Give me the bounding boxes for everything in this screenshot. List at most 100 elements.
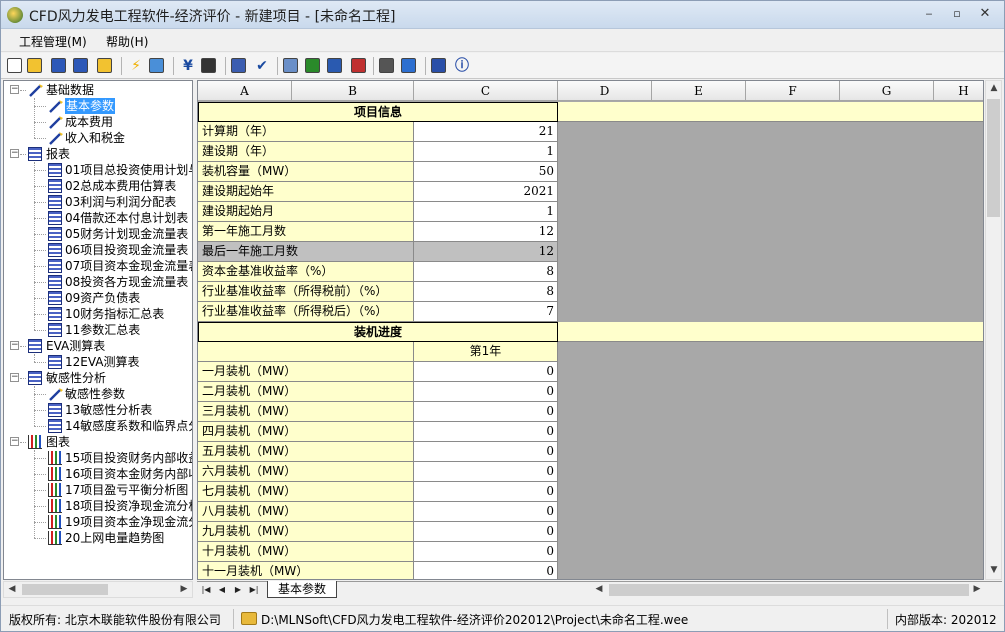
tree-item-label[interactable]: 05财务计划现金流量表 xyxy=(65,226,188,242)
sheet-tab-basic-params[interactable]: 基本参数 xyxy=(267,581,338,598)
column-header-c[interactable]: C xyxy=(414,81,558,101)
menu-help[interactable]: 帮助(H) xyxy=(106,33,148,50)
info-icon[interactable]: ⓘ xyxy=(453,57,471,75)
tree-item-label[interactable]: 20上网电量趋势图 xyxy=(65,530,164,546)
install-month-value-cell[interactable]: 0 xyxy=(414,502,558,522)
tool-icon[interactable] xyxy=(201,58,216,73)
tree-item-label[interactable]: 15项目投资财务内部收益 xyxy=(65,450,192,466)
install-month-value-cell[interactable]: 0 xyxy=(414,542,558,562)
hscroll-left-arrow-icon[interactable]: ◀ xyxy=(591,582,607,597)
scroll-up-arrow-icon[interactable]: ▲ xyxy=(986,81,1002,96)
tree-item-label[interactable]: 02总成本费用估算表 xyxy=(65,178,176,194)
hscroll-right-arrow-icon[interactable]: ▶ xyxy=(969,582,985,597)
chart-update-icon[interactable] xyxy=(149,58,164,73)
install-month-value-cell[interactable]: 0 xyxy=(414,402,558,422)
column-header-b[interactable]: B xyxy=(292,81,414,101)
last-sheet-button[interactable]: ▶| xyxy=(247,583,261,597)
install-month-value-cell[interactable]: 0 xyxy=(414,482,558,502)
collapse-toggle-icon[interactable]: − xyxy=(10,341,19,350)
column-header-d[interactable]: D xyxy=(558,81,652,101)
scroll-down-arrow-icon[interactable]: ▼ xyxy=(986,563,1002,578)
param-value-cell[interactable]: 8 xyxy=(414,282,558,302)
tree-item-label[interactable]: 17项目盈亏平衡分析图 xyxy=(65,482,188,498)
column-header-a[interactable]: A xyxy=(198,81,292,101)
tree-item-label[interactable]: 04借款还本付息计划表 xyxy=(65,210,188,226)
collapse-toggle-icon[interactable]: − xyxy=(10,85,19,94)
tree-group-label[interactable]: 基础数据 xyxy=(46,82,94,98)
scroll-left-arrow-icon[interactable]: ◀ xyxy=(4,582,20,597)
tree-group-label[interactable]: 报表 xyxy=(46,146,70,162)
bar-chart-icon[interactable] xyxy=(351,58,366,73)
settings-icon[interactable] xyxy=(379,58,394,73)
new-icon[interactable] xyxy=(7,58,22,73)
install-month-value-cell[interactable]: 0 xyxy=(414,422,558,442)
install-month-value-cell[interactable]: 0 xyxy=(414,462,558,482)
install-month-value-cell[interactable]: 0 xyxy=(414,382,558,402)
export-icon[interactable] xyxy=(401,58,416,73)
prev-sheet-button[interactable]: ◀ xyxy=(215,583,229,597)
param-value-cell[interactable]: 7 xyxy=(414,302,558,322)
column-header-f[interactable]: F xyxy=(746,81,840,101)
check-icon[interactable]: ✔ xyxy=(253,57,271,75)
param-value-cell[interactable]: 8 xyxy=(414,262,558,282)
install-month-value-cell[interactable]: 0 xyxy=(414,562,558,579)
tree-item-label[interactable]: 19项目资本金净现金流分 xyxy=(65,514,192,530)
param-value-cell[interactable]: 12 xyxy=(414,222,558,242)
tree-item-label[interactable]: 01项目总投资使用计划与 xyxy=(65,162,192,178)
param-value-cell[interactable]: 2021 xyxy=(414,182,558,202)
tree-item-label[interactable]: 14敏感度系数和临界点分 xyxy=(65,418,192,434)
folder-icon[interactable] xyxy=(97,58,112,73)
grid-vertical-scrollbar[interactable]: ▲ ▼ xyxy=(985,80,1002,580)
tree-item-label[interactable]: 收入和税金 xyxy=(65,130,125,146)
open-icon[interactable] xyxy=(27,58,42,73)
scroll-right-arrow-icon[interactable]: ▶ xyxy=(176,582,192,597)
tree-item-label[interactable]: 敏感性参数 xyxy=(65,386,125,402)
save-icon[interactable] xyxy=(51,58,66,73)
scroll-thumb[interactable] xyxy=(22,584,108,595)
tree-item-label[interactable]: 成本费用 xyxy=(65,114,113,130)
scroll-thumb[interactable] xyxy=(987,99,1000,217)
restore-button[interactable]: ▫ xyxy=(944,5,970,23)
next-sheet-button[interactable]: ▶ xyxy=(231,583,245,597)
close-button[interactable]: ✕ xyxy=(972,5,998,23)
menu-project-management[interactable]: 工程管理(M) xyxy=(19,33,87,50)
tree-item-label[interactable]: 08投资各方现金流量表 xyxy=(65,274,188,290)
tree-item-label[interactable]: 12EVA测算表 xyxy=(65,354,140,370)
collapse-toggle-icon[interactable]: − xyxy=(10,373,19,382)
grid-hscroll-thumb[interactable] xyxy=(609,584,969,596)
install-month-value-cell[interactable]: 0 xyxy=(414,522,558,542)
param-value-cell[interactable]: 21 xyxy=(414,122,558,142)
excel-export-icon[interactable] xyxy=(305,58,320,73)
tree-group-label[interactable]: EVA测算表 xyxy=(46,338,105,354)
param-value-cell[interactable]: 1 xyxy=(414,142,558,162)
tree-item-label[interactable]: 10财务指标汇总表 xyxy=(65,306,164,322)
column-header-g[interactable]: G xyxy=(840,81,934,101)
lightning-icon[interactable]: ⚡ xyxy=(127,57,145,75)
tree-item-label[interactable]: 16项目资本金财务内部收 xyxy=(65,466,192,482)
tree-item-label[interactable]: 03利润与利润分配表 xyxy=(65,194,176,210)
currency-icon[interactable]: ¥ xyxy=(179,57,197,75)
minimize-button[interactable]: ‒ xyxy=(916,5,942,23)
tree-group-label[interactable]: 图表 xyxy=(46,434,70,450)
tree-group-label[interactable]: 敏感性分析 xyxy=(46,370,106,386)
tree-item-label[interactable]: 11参数汇总表 xyxy=(65,322,140,338)
collapse-toggle-icon[interactable]: − xyxy=(10,437,19,446)
book-icon[interactable] xyxy=(431,58,446,73)
word-export-icon[interactable] xyxy=(327,58,342,73)
tree-item-label[interactable]: 06项目投资现金流量表 xyxy=(65,242,188,258)
param-value-cell[interactable]: 50 xyxy=(414,162,558,182)
first-sheet-button[interactable]: |◀ xyxy=(199,583,213,597)
collapse-toggle-icon[interactable]: − xyxy=(10,149,19,158)
install-month-value-cell[interactable]: 0 xyxy=(414,442,558,462)
column-header-e[interactable]: E xyxy=(652,81,746,101)
tree-horizontal-scrollbar[interactable]: ◀ ▶ xyxy=(3,581,193,598)
tree-item-label[interactable]: 基本参数 xyxy=(65,98,116,114)
save-as-icon[interactable] xyxy=(73,58,88,73)
param-value-cell[interactable]: 1 xyxy=(414,202,558,222)
tree-item-label[interactable]: 18项目投资净现金流分析 xyxy=(65,498,192,514)
calculator-icon[interactable] xyxy=(231,58,246,73)
tree-item-label[interactable]: 13敏感性分析表 xyxy=(65,402,152,418)
install-month-value-cell[interactable]: 0 xyxy=(414,362,558,382)
print-preview-icon[interactable] xyxy=(283,58,298,73)
tree-item-label[interactable]: 09资产负债表 xyxy=(65,290,140,306)
